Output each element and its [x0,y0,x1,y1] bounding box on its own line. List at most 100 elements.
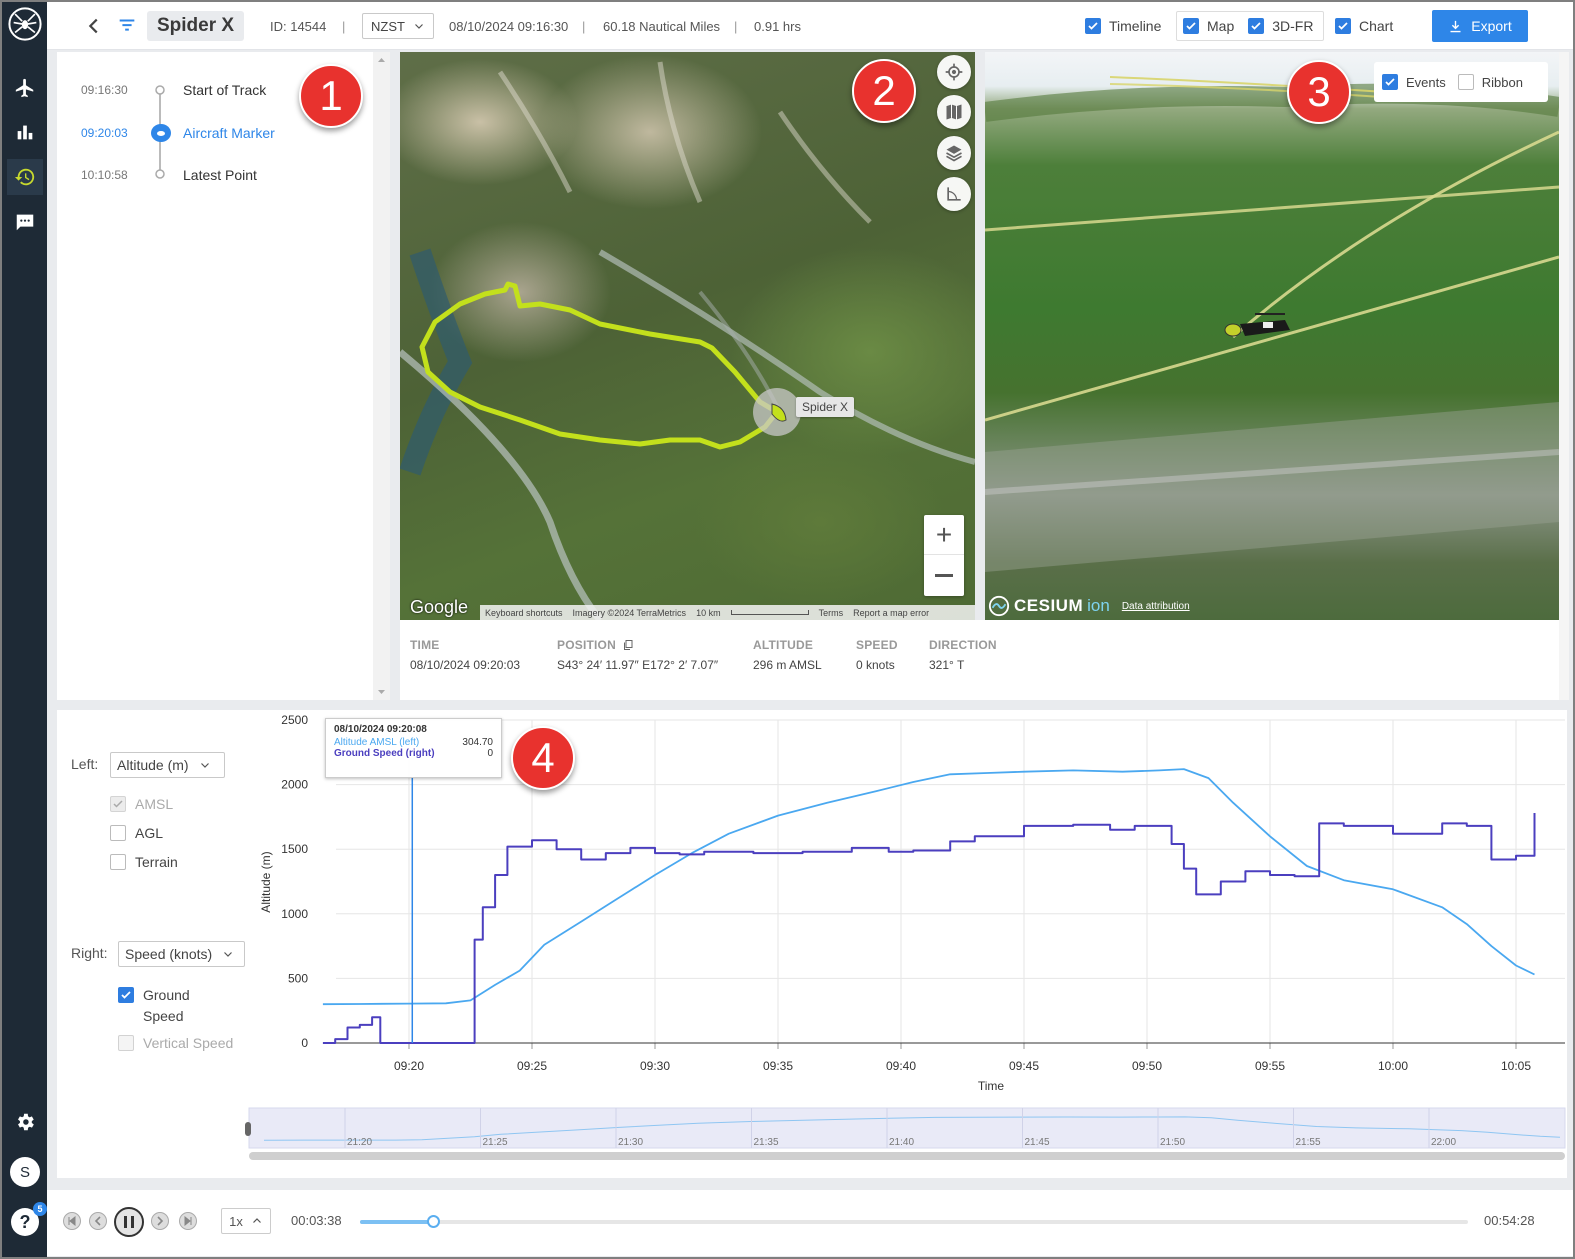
callout-2: 2 [852,59,916,123]
timezone-select[interactable]: NZST [362,13,434,39]
cesium-text: CESIUM [1014,596,1084,615]
x-tick-label: 09:50 [1132,1059,1162,1073]
skip-start-button[interactable] [63,1212,81,1230]
map-type-button[interactable] [937,95,971,129]
altitude-speed-chart[interactable]: 0 500 1000 1500 2000 2500 09:20 09:25 09:30 09:35… [57,710,1567,1178]
timeline-scrollbar[interactable] [373,52,390,700]
measure-button[interactable] [937,177,971,211]
map-3d[interactable]: Events Ribbon CESIUM ion Data attributio… [985,52,1559,620]
report-error-link[interactable]: Report a map error [853,608,929,618]
navigator-tick-label: 22:00 [1431,1137,1456,1148]
page-title: Spider X [147,11,245,41]
info-label: TIME [410,638,440,652]
x-tick-label: 09:30 [640,1059,670,1073]
aircraft-icon[interactable] [7,70,43,106]
filter-icon [119,19,135,31]
gear-icon[interactable] [7,1104,43,1140]
spider-logo-icon[interactable] [7,6,43,42]
speed-select[interactable]: 1x [221,1208,271,1234]
pause-button[interactable] [114,1207,144,1237]
message-icon[interactable] [7,204,43,240]
x-tick-label: 09:35 [763,1059,793,1073]
3d-options-box: Events Ribbon [1374,62,1548,102]
checkbox-unchecked[interactable] [1457,74,1474,90]
y-tick-label: 2000 [281,778,308,792]
filter-button[interactable] [116,2,138,50]
navigator-handle [245,1122,251,1136]
google-logo: Google [410,597,469,617]
callout-4: 4 [511,726,575,790]
terms-link[interactable]: Terms [819,608,844,618]
zoom-out-button[interactable] [924,555,964,595]
toggle-timeline[interactable]: Timeline [1085,18,1161,34]
locate-button[interactable] [937,55,971,89]
scale-bar [730,610,809,615]
x-axis-title: Time [978,1079,1005,1093]
checkbox-checked[interactable] [1183,18,1199,34]
step-forward-button[interactable] [151,1212,169,1230]
navigator-tick-label: 21:20 [347,1137,372,1148]
ribbon-checkbox[interactable]: Ribbon [1457,74,1523,90]
help-icon[interactable]: ? 5 [7,1202,47,1240]
toggle-label: Map [1207,18,1235,34]
y-tick-label: 0 [301,1036,308,1050]
navigator-tick-label: 21:45 [1025,1137,1050,1148]
y-tick-label: 1500 [281,842,308,856]
tooltip-value: 304.70 [462,737,493,748]
x-tick-label: 09:55 [1255,1059,1285,1073]
info-value: S43° 24′ 11.97″ E172° 2′ 7.07″ [557,658,719,672]
progress-slider[interactable] [360,1215,1468,1228]
copy-icon[interactable] [622,639,634,651]
events-checkbox[interactable]: Events [1382,74,1446,90]
right-scrollbar[interactable] [1559,52,1569,700]
timeline-item[interactable]: 10:10:58 Latest Point [57,164,357,186]
map-2d[interactable]: Spider X Google Keyboard shortcuts Image… [400,52,975,620]
toggle-label: Chart [1359,18,1394,34]
skip-end-button[interactable] [179,1212,197,1230]
aircraft-map-label[interactable]: Spider X [796,397,855,417]
checkbox-checked[interactable] [1085,18,1101,34]
checkbox-checked[interactable] [1248,18,1265,34]
timeline-time: 10:10:58 [81,168,128,182]
navigator-scrollbar [249,1152,1565,1160]
y-tick-label: 1000 [281,907,308,921]
data-attribution-link[interactable]: Data attribution [1122,601,1190,612]
timeline-time: 09:20:03 [81,126,128,140]
info-label: ALTITUDE [753,638,814,652]
skip-end-icon [184,1216,192,1226]
progress-handle[interactable] [427,1215,441,1228]
timeline-label: Start of Track [183,82,267,98]
avatar-letter: S [10,1157,40,1187]
info-value: 08/10/2024 09:20:03 [410,658,521,672]
skip-start-icon [68,1216,76,1226]
speed-value: 1x [229,1213,243,1229]
checkbox-checked[interactable] [1335,18,1351,34]
checkbox-checked[interactable] [1382,74,1398,90]
layers-button[interactable] [937,136,971,170]
keyboard-shortcuts-link[interactable]: Keyboard shortcuts [485,608,563,618]
toggle-3d-fr[interactable]: 3D-FR [1248,18,1313,34]
step-back-button[interactable] [89,1212,107,1230]
timeline-item[interactable]: 09:20:03 Aircraft Marker [57,122,357,144]
zoom-in-button[interactable]: + [924,515,964,555]
export-button[interactable]: Export [1432,10,1528,42]
timezone-value: NZST [371,18,405,34]
info-speed: SPEED 0 knots [856,638,898,672]
step-forward-icon [157,1216,164,1226]
separator: | [582,18,586,34]
map-terrain [400,61,975,620]
toggle-map[interactable]: Map [1183,18,1234,34]
separator: | [734,18,738,34]
timeline-panel: 09:16:30 Start of Track 09:20:03 Aircraf… [57,52,373,700]
top-bar: Spider X ID: 14544 | NZST 08/10/2024 09:… [47,2,1573,50]
track-id: ID: 14544 [270,18,327,34]
avatar[interactable]: S [7,1154,43,1190]
series-ground-speed [322,813,1536,1044]
x-tick-label: 09:40 [886,1059,916,1073]
toggle-chart[interactable]: Chart [1335,18,1393,34]
history-icon[interactable] [7,159,43,195]
tooltip-series: Altitude AMSL (left) [334,737,420,748]
bar-chart-icon[interactable] [7,114,43,150]
tooltip-value: 0 [487,748,493,759]
back-button[interactable] [83,2,105,50]
